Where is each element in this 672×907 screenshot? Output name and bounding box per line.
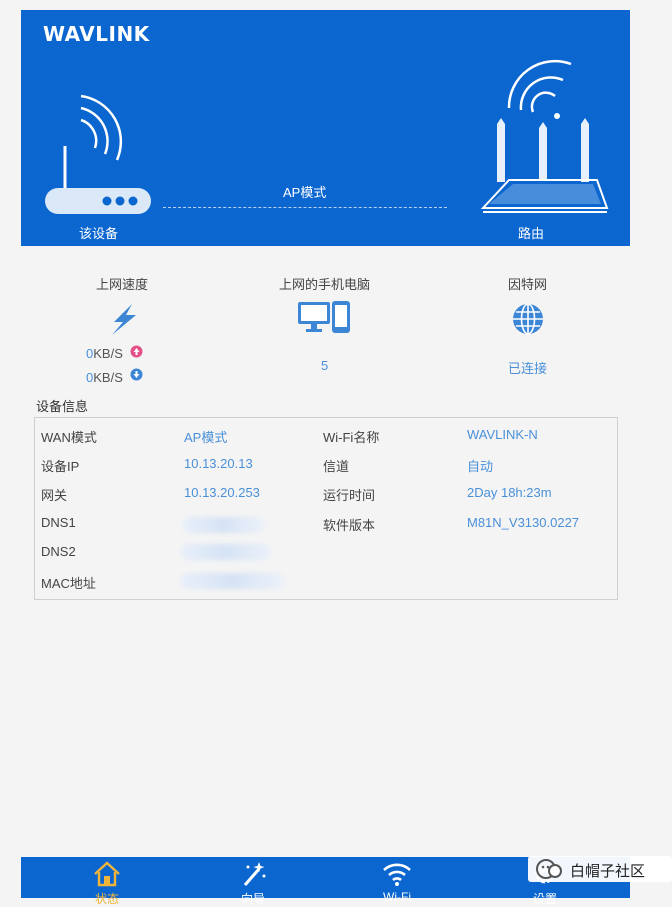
info-key: 软件版本 <box>323 518 376 533</box>
redacted-value <box>181 573 285 589</box>
info-row: 网关 10.13.20.253 运行时间 2Day 18h:23m <box>35 485 617 505</box>
info-row: DNS1 软件版本 M81N_V3130.0227 <box>35 515 617 535</box>
device-info-title: 设备信息 <box>36 399 89 414</box>
magic-wand-icon <box>243 862 266 886</box>
upload-speed: 0KB/S <box>86 346 123 361</box>
download-speed-unit: KB/S <box>93 370 123 385</box>
info-value: WAVLINK-N <box>467 427 538 442</box>
upload-speed-unit: KB/S <box>93 346 123 361</box>
info-value: 自动 <box>467 459 494 474</box>
globe-icon <box>513 303 543 335</box>
internet-title: 因特网 <box>508 277 548 292</box>
nav-label: 设置 <box>532 892 557 906</box>
info-key: 信道 <box>323 459 350 474</box>
device-info-table: WAN模式 AP模式 Wi-Fi名称 WAVLINK-N 设备IP 10.13.… <box>34 417 618 600</box>
lightning-icon <box>112 304 136 335</box>
home-icon <box>94 861 120 887</box>
nav-item-wifi[interactable]: Wi-Fi <box>357 857 437 904</box>
wavlink-logo: WAVLINK <box>43 22 150 46</box>
info-key: WAN模式 <box>41 430 97 445</box>
info-row: 设备IP 10.13.20.13 信道 自动 <box>35 456 617 476</box>
watermark-text: 白帽子社区 <box>570 863 646 880</box>
computer-phone-icon <box>298 301 350 333</box>
info-value: 2Day 18h:23m <box>467 485 552 500</box>
info-value: 10.13.20.13 <box>184 456 253 471</box>
redacted-value <box>183 517 265 533</box>
upload-arrow-icon <box>130 345 143 358</box>
ap-mode-label: AP模式 <box>283 185 327 200</box>
info-key: Wi-Fi名称 <box>323 430 380 445</box>
wifi-icon <box>383 863 411 886</box>
info-key: MAC地址 <box>41 576 96 591</box>
nav-item-status[interactable]: 状态 <box>67 857 147 906</box>
router-icon <box>480 59 609 213</box>
info-key: DNS1 <box>41 515 76 530</box>
nav-label: Wi-Fi <box>383 890 411 904</box>
status-hero-panel: WAVLINK 该设备 AP模式 路由 <box>21 10 630 246</box>
device-icon <box>45 94 151 214</box>
info-value: 10.13.20.253 <box>184 485 260 500</box>
info-key: DNS2 <box>41 544 76 559</box>
info-key: 网关 <box>41 488 68 503</box>
clients-count: 5 <box>321 358 329 373</box>
wechat-logo-icon <box>536 859 562 879</box>
info-row: WAN模式 AP模式 Wi-Fi名称 WAVLINK-N <box>35 427 617 447</box>
info-key: 运行时间 <box>323 488 376 503</box>
nav-label: 状态 <box>94 892 119 906</box>
device-label: 该设备 <box>79 226 119 241</box>
redacted-value <box>181 544 271 560</box>
wechat-watermark: 白帽子社区 <box>528 856 672 882</box>
info-value: AP模式 <box>184 430 228 445</box>
info-row: MAC地址 <box>35 573 617 593</box>
download-speed: 0KB/S <box>86 370 123 385</box>
speed-title: 上网速度 <box>96 277 149 292</box>
router-label: 路由 <box>518 226 545 241</box>
info-key: 设备IP <box>41 459 80 474</box>
connection-line <box>163 207 447 208</box>
nav-label: 向导 <box>240 892 265 906</box>
info-row: DNS2 <box>35 544 617 564</box>
info-value: M81N_V3130.0227 <box>467 515 580 530</box>
clients-title: 上网的手机电脑 <box>279 277 371 292</box>
download-arrow-icon <box>130 368 143 381</box>
nav-item-wizard[interactable]: 向导 <box>213 857 293 906</box>
internet-status: 已连接 <box>508 361 548 376</box>
